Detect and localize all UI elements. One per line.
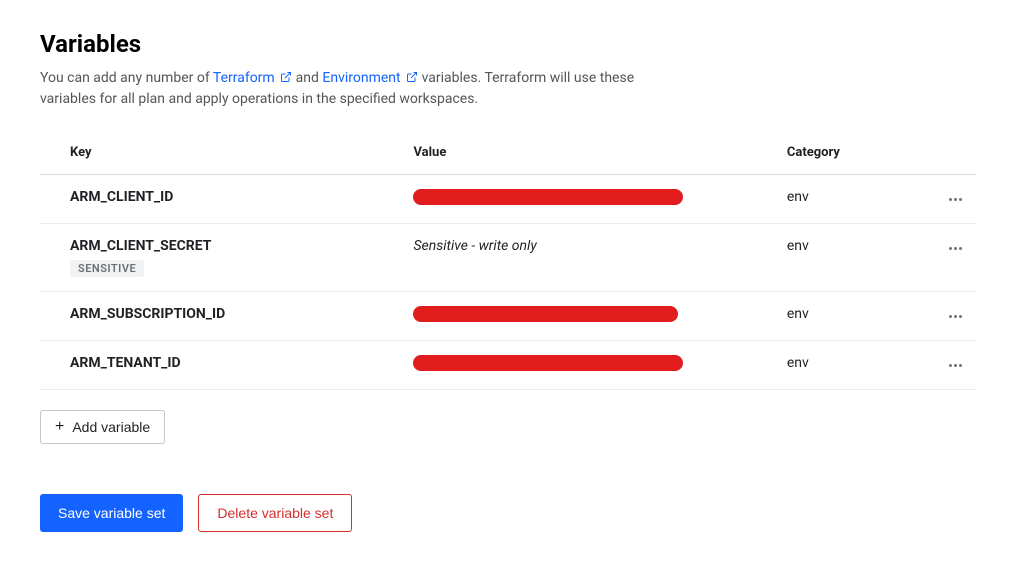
variable-key: ARM_TENANT_ID (40, 341, 383, 390)
variable-category: env (757, 175, 915, 224)
more-actions-button[interactable] (945, 311, 966, 322)
more-actions-button[interactable] (945, 194, 966, 205)
action-buttons: Save variable set Delete variable set (40, 494, 976, 532)
environment-link-label: Environment (322, 70, 400, 86)
table-header-key: Key (40, 135, 383, 175)
variable-key: ARM_CLIENT_SECRET (70, 238, 353, 254)
variable-key: ARM_SUBSCRIPTION_ID (40, 292, 383, 341)
external-link-icon (406, 71, 418, 83)
redacted-value (413, 355, 683, 371)
environment-link[interactable]: Environment (322, 70, 421, 86)
add-variable-button[interactable]: + Add variable (40, 410, 165, 444)
more-actions-button[interactable] (945, 360, 966, 371)
variable-category: env (757, 224, 915, 292)
variable-key: ARM_CLIENT_ID (40, 175, 383, 224)
terraform-link[interactable]: Terraform (213, 70, 296, 86)
variable-category: env (757, 292, 915, 341)
more-actions-button[interactable] (945, 243, 966, 254)
plus-icon: + (55, 419, 64, 435)
description: You can add any number of Terraform and … (40, 68, 640, 110)
sensitive-badge: SENSITIVE (70, 260, 144, 277)
table-row: ARM_CLIENT_SECRET SENSITIVE Sensitive - … (40, 224, 976, 292)
save-variable-set-button[interactable]: Save variable set (40, 494, 183, 532)
page-title: Variables (40, 30, 976, 58)
terraform-link-label: Terraform (213, 70, 275, 86)
redacted-value (413, 189, 683, 205)
external-link-icon (280, 71, 292, 83)
redacted-value (413, 306, 678, 322)
table-header-category: Category (757, 135, 915, 175)
variable-value (383, 292, 756, 341)
desc-prefix: You can add any number of (40, 70, 213, 86)
variables-table: Key Value Category ARM_CLIENT_ID env ARM… (40, 135, 976, 390)
add-variable-label: Add variable (72, 419, 150, 435)
variable-key-cell: ARM_CLIENT_SECRET SENSITIVE (40, 224, 383, 292)
table-header-value: Value (383, 135, 756, 175)
desc-and: and (296, 70, 323, 86)
delete-variable-set-button[interactable]: Delete variable set (198, 494, 352, 532)
table-row: ARM_SUBSCRIPTION_ID env (40, 292, 976, 341)
variable-value (383, 341, 756, 390)
table-row: ARM_CLIENT_ID env (40, 175, 976, 224)
variable-category: env (757, 341, 915, 390)
table-row: ARM_TENANT_ID env (40, 341, 976, 390)
variable-value (383, 175, 756, 224)
variable-value: Sensitive - write only (383, 224, 756, 292)
